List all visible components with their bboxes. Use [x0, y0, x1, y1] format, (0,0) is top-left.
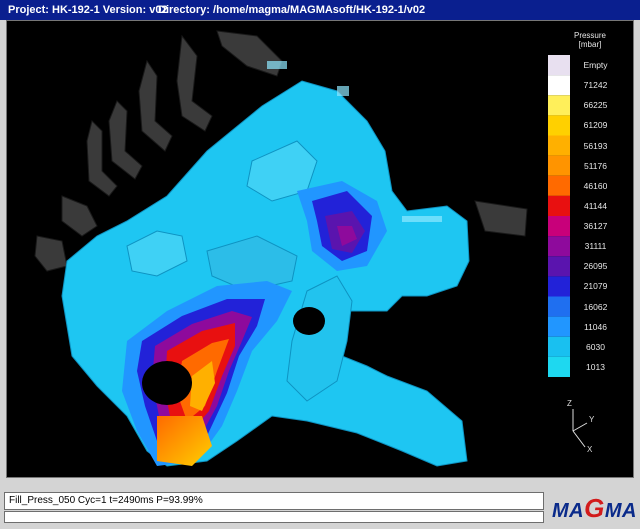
legend-label-3: 61209	[583, 120, 608, 131]
legend-label-1: 71242	[583, 80, 608, 91]
legend-swatch-12	[548, 296, 570, 317]
legend-swatch-1	[548, 75, 570, 96]
axis-z-label: Z	[567, 399, 572, 408]
application-window: Project: HK-192-1 Version: v02 Directory…	[0, 0, 640, 529]
casting-hole	[142, 361, 192, 405]
project-label: Project: HK-192-1 Version: v02	[8, 4, 168, 16]
logo-text-ma-2: MA	[604, 500, 637, 522]
title-bar: Project: HK-192-1 Version: v02 Directory…	[0, 0, 640, 20]
legend-swatch-14	[548, 336, 570, 357]
legend-swatch-4	[548, 135, 570, 156]
axis-x-label: X	[587, 445, 593, 454]
legend-label-13: 11046	[583, 321, 607, 332]
legend-title: Pressure [mbar]	[573, 31, 607, 49]
status-bar: Fill_Press_050 Cyc=1 t=2490ms P=93.99%	[4, 492, 544, 510]
casting-hole-2	[293, 307, 325, 335]
legend-swatch-9	[548, 236, 570, 257]
legend-label-4: 56193	[583, 140, 608, 151]
legend-swatch-7	[548, 195, 570, 216]
legend-swatch-3	[548, 115, 570, 136]
legend-title-unit: [mbar]	[578, 40, 602, 49]
axis-y-label: Y	[589, 415, 595, 424]
status-bar-secondary	[4, 511, 544, 523]
pressure-color-scale	[548, 55, 570, 377]
legend-label-10: 26095	[583, 261, 608, 272]
legend-swatch-15	[548, 356, 570, 377]
3d-viewport[interactable]: Pressure [mbar] Empty 71242 66225 61209 5619…	[6, 20, 634, 478]
legend-swatch-10	[548, 256, 570, 277]
legend-swatch-8	[548, 216, 570, 237]
pressure-scale-labels: Empty 71242 66225 61209 56193 51176 46160 41144…	[573, 55, 618, 377]
legend-label-6: 46160	[583, 180, 608, 191]
legend-swatch-11	[548, 276, 570, 297]
legend-swatch-6	[548, 175, 570, 196]
legend-label-5: 51176	[583, 160, 607, 171]
legend-label-7: 41144	[583, 200, 607, 211]
legend-label-8: 36127	[583, 221, 608, 232]
logo-text-g: G	[584, 493, 605, 523]
axis-triad: Z Y X	[555, 399, 605, 461]
logo-text-ma: MA	[552, 500, 585, 522]
legend-label-9: 31111	[584, 241, 607, 252]
legend-label-15: 1013	[586, 361, 605, 372]
magma-logo: MAGMA	[552, 493, 636, 523]
legend-swatch-0	[548, 55, 570, 76]
legend-label-2: 66225	[583, 100, 608, 111]
legend-label-0: Empty	[583, 60, 608, 71]
legend-swatch-2	[548, 95, 570, 116]
legend-title-line1: Pressure	[573, 31, 606, 40]
legend-label-12: 16062	[583, 301, 608, 312]
legend-label-11: 21079	[583, 281, 608, 292]
legend-swatch-13	[548, 316, 570, 337]
directory-label: Directory: /home/magma/MAGMAsoft/HK-192-…	[158, 4, 426, 16]
legend-label-14: 6030	[586, 341, 605, 352]
legend-swatch-5	[548, 155, 570, 176]
casting-simulation-render[interactable]	[7, 21, 634, 478]
